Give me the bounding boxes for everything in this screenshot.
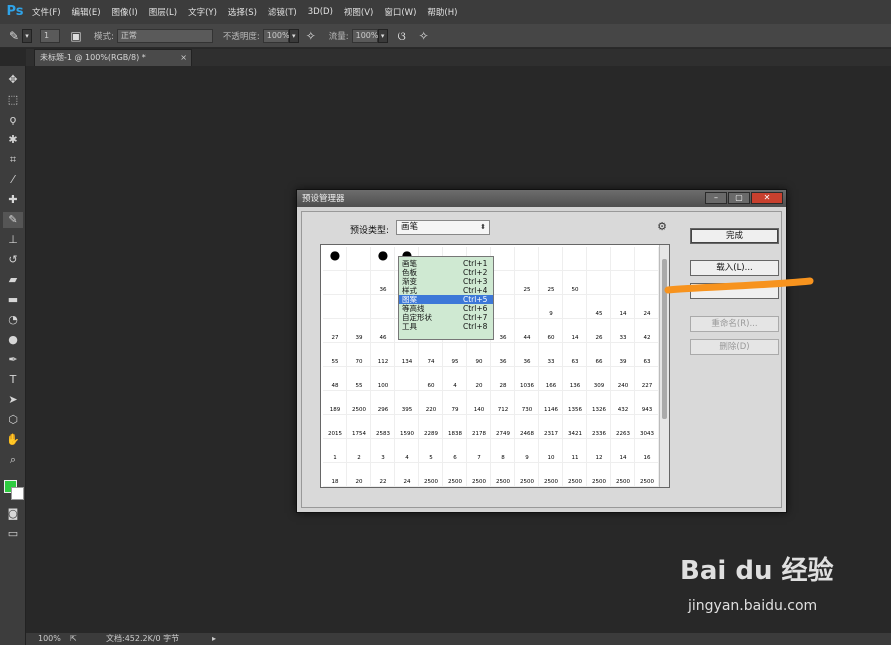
annotation-stroke — [664, 277, 814, 294]
baidu-watermark: Bai du 经验 jingyan.baidu.com — [680, 550, 870, 625]
baidu-logo: Bai du 经验 — [680, 556, 834, 586]
watermark-url: jingyan.baidu.com — [688, 598, 818, 614]
